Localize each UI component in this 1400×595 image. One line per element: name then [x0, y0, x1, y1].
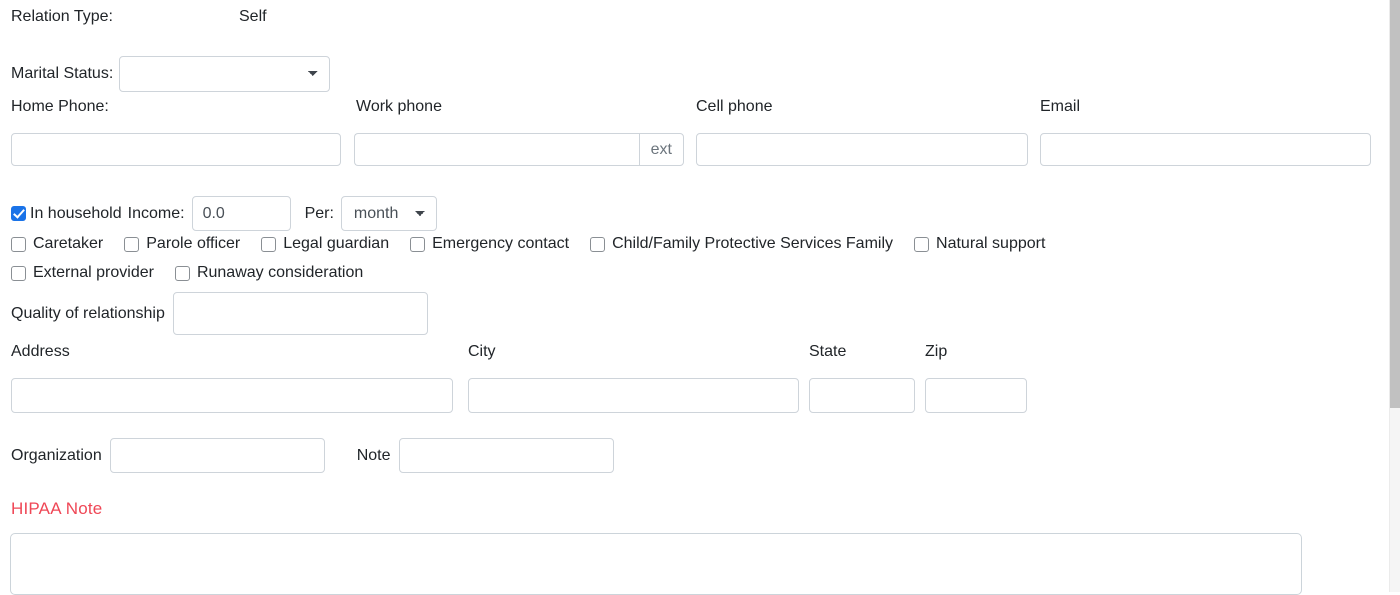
home-phone-label: Home Phone:	[11, 98, 109, 115]
hipaa-note-textarea[interactable]	[10, 533, 1302, 595]
cell-phone-input[interactable]	[696, 133, 1028, 166]
quality-of-relationship-row: Quality of relationship	[11, 292, 428, 335]
external-provider-label: External provider	[33, 264, 154, 281]
checkbox-caretaker[interactable]: Caretaker	[11, 235, 103, 253]
relation-type-row: Relation Type: Self	[11, 8, 267, 26]
emergency-contact-label: Emergency contact	[432, 235, 570, 252]
city-label: City	[468, 343, 496, 360]
marital-status-label: Marital Status:	[11, 65, 114, 82]
state-label: State	[809, 343, 847, 360]
address-label: Address	[11, 343, 70, 360]
work-phone-ext-addon[interactable]: ext	[638, 133, 684, 166]
phone-inputs-row: ext	[0, 133, 1389, 173]
runaway-consideration-checkbox[interactable]	[174, 265, 190, 281]
checkbox-runaway-consideration[interactable]: Runaway consideration	[174, 264, 364, 282]
email-input[interactable]	[1040, 133, 1371, 166]
zip-input[interactable]	[925, 378, 1027, 413]
cell-phone-label: Cell phone	[696, 98, 773, 115]
checkbox-emergency-contact[interactable]: Emergency contact	[410, 235, 569, 253]
parole-officer-label: Parole officer	[146, 235, 241, 252]
work-phone-label: Work phone	[356, 98, 442, 115]
address-inputs-row	[0, 378, 1389, 418]
checkbox-legal-guardian[interactable]: Legal guardian	[261, 235, 389, 253]
per-select[interactable]: month	[340, 196, 437, 231]
household-income-row: In household Income: Per: month	[11, 196, 437, 231]
note-input[interactable]	[398, 438, 614, 473]
checkbox-natural-support[interactable]: Natural support	[914, 235, 1045, 253]
caretaker-label: Caretaker	[33, 235, 104, 252]
checkbox-parole-officer[interactable]: Parole officer	[124, 235, 240, 253]
marital-status-select[interactable]	[119, 56, 331, 92]
address-labels-row: Address City State Zip	[0, 343, 1389, 369]
home-phone-input[interactable]	[11, 133, 341, 166]
quality-of-relationship-label: Quality of relationship	[11, 304, 165, 322]
organization-note-row: Organization Note	[11, 438, 614, 473]
scrollbar-thumb[interactable]	[1390, 0, 1400, 408]
role-checkboxes-row-1: Caretaker Parole officer Legal guardian …	[11, 235, 1045, 253]
relation-type-value: Self	[239, 8, 267, 25]
legal-guardian-label: Legal guardian	[283, 235, 390, 252]
parole-officer-checkbox[interactable]	[124, 236, 140, 252]
marital-status-row: Marital Status:	[11, 56, 331, 92]
income-input[interactable]	[191, 196, 291, 231]
phone-labels-row: Home Phone: Work phone Cell phone Email	[0, 98, 1389, 124]
email-label: Email	[1040, 98, 1081, 115]
contact-phones-block: Home Phone: Work phone Cell phone Email …	[0, 98, 1389, 173]
hipaa-note-label: HIPAA Note	[11, 499, 103, 518]
natural-support-checkbox[interactable]	[914, 236, 930, 252]
relation-type-label: Relation Type:	[11, 8, 113, 25]
quality-of-relationship-input[interactable]	[172, 292, 428, 335]
vertical-scrollbar[interactable]	[1389, 0, 1400, 592]
address-input[interactable]	[11, 378, 453, 413]
in-household-label: In household	[30, 204, 122, 222]
organization-label: Organization	[11, 446, 102, 464]
city-input[interactable]	[468, 378, 799, 413]
caretaker-checkbox[interactable]	[11, 236, 26, 252]
address-block: Address City State Zip	[0, 343, 1389, 418]
emergency-contact-checkbox[interactable]	[410, 236, 426, 252]
natural-support-label: Natural support	[936, 235, 1046, 252]
checkbox-child-family-protective-services-family[interactable]: Child/Family Protective Services Family	[590, 235, 893, 253]
income-label: Income:	[127, 204, 185, 222]
role-checkboxes-row-2: External provider Runaway consideration	[11, 264, 363, 282]
runaway-consideration-label: Runaway consideration	[196, 264, 364, 281]
work-phone-group: ext	[354, 133, 684, 166]
legal-guardian-checkbox[interactable]	[261, 236, 277, 252]
checkbox-external-provider[interactable]: External provider	[11, 264, 154, 282]
in-household-checkbox[interactable]	[11, 206, 26, 221]
work-phone-input[interactable]	[354, 133, 639, 166]
external-provider-checkbox[interactable]	[11, 265, 26, 281]
note-label: Note	[356, 446, 391, 464]
child-family-protective-services-checkbox[interactable]	[590, 236, 606, 252]
organization-input[interactable]	[109, 438, 325, 473]
state-input[interactable]	[809, 378, 915, 413]
child-family-protective-services-label: Child/Family Protective Services Family	[612, 235, 894, 252]
zip-label: Zip	[925, 343, 948, 360]
per-label: Per:	[304, 204, 334, 222]
relation-detail-form: Relation Type: Self Marital Status: Home…	[0, 0, 1389, 595]
